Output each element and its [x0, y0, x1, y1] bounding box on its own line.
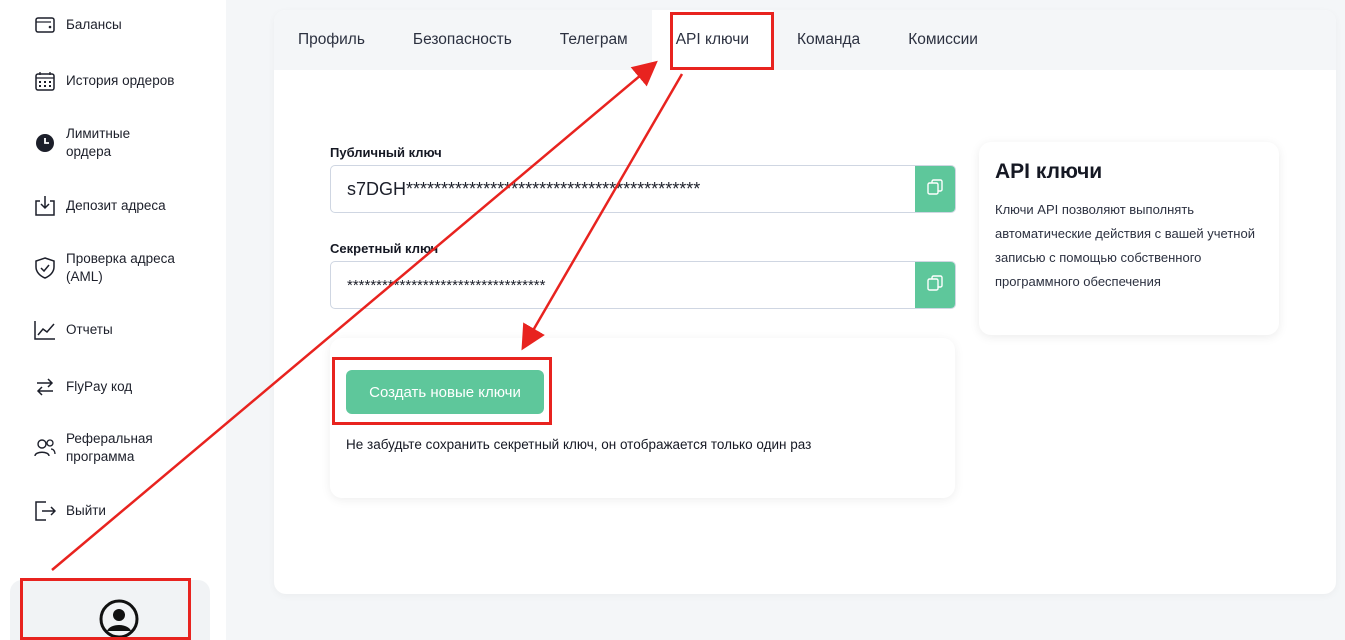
tab-telegram[interactable]: Телеграм	[536, 10, 652, 70]
public-key-field[interactable]: s7DGH***********************************…	[330, 165, 956, 213]
sidebar-item-label: История ордеров	[66, 73, 175, 88]
swap-arrows-icon	[34, 376, 56, 398]
tab-api-keys[interactable]: API ключи	[651, 10, 774, 70]
download-tray-icon	[34, 195, 56, 217]
sidebar-item-referral[interactable]: Реферальная программа	[34, 430, 176, 466]
clock-icon	[34, 132, 56, 154]
sidebar-item-label: Реферальная программа	[66, 431, 153, 464]
sidebar-item-label: Лимитные ордера	[66, 126, 131, 159]
tab-profile[interactable]: Профиль	[274, 10, 389, 70]
sidebar-item-label: FlyPay код	[66, 379, 133, 394]
copy-icon	[927, 178, 943, 200]
public-key-label: Публичный ключ	[330, 145, 442, 160]
sidebar-item-order-history[interactable]: История ордеров	[34, 70, 174, 92]
settings-tabs: Профиль Безопасность Телеграм API ключи …	[274, 10, 1336, 70]
create-keys-note: Не забудьте сохранить секретный ключ, он…	[346, 437, 812, 452]
sidebar-item-reports[interactable]: Отчеты	[34, 319, 113, 341]
secret-key-field[interactable]: **********************************	[330, 261, 956, 309]
create-keys-panel: Создать новые ключи Не забудьте сохранит…	[330, 338, 955, 498]
tab-security[interactable]: Безопасность	[389, 10, 536, 70]
profile-block[interactable]	[10, 580, 210, 640]
wallet-icon	[34, 14, 56, 36]
sidebar-item-label: Отчеты	[66, 322, 113, 337]
public-key-value[interactable]: s7DGH***********************************…	[331, 179, 915, 200]
sidebar-item-label: Проверка адреса (AML)	[66, 251, 175, 284]
sidebar-item-flypay-code[interactable]: FlyPay код	[34, 376, 132, 398]
tab-team[interactable]: Команда	[773, 10, 884, 70]
copy-icon	[927, 274, 943, 296]
api-info-card: API ключи Ключи API позволяют выполнять …	[979, 142, 1279, 335]
shield-check-icon	[34, 257, 56, 279]
sidebar-item-balances[interactable]: Балансы	[34, 14, 122, 36]
sidebar-item-aml-check[interactable]: Проверка адреса (AML)	[34, 250, 176, 286]
copy-public-key-button[interactable]	[915, 166, 955, 212]
sidebar: Балансы История ордеров Лимитные ордера …	[0, 0, 226, 640]
sidebar-item-label: Балансы	[66, 17, 122, 32]
sidebar-item-logout[interactable]: Выйти	[34, 500, 106, 522]
sidebar-item-label: Выйти	[66, 503, 106, 518]
sidebar-item-limit-orders[interactable]: Лимитные ордера	[34, 125, 176, 161]
secret-key-label: Секретный ключ	[330, 241, 439, 256]
sidebar-item-deposit-addresses[interactable]: Депозит адреса	[34, 195, 166, 217]
sidebar-item-label: Депозит адреса	[66, 198, 166, 213]
chart-line-icon	[34, 319, 56, 341]
tab-commissions[interactable]: Комиссии	[884, 10, 1002, 70]
api-info-text: Ключи API позволяют выполнять автоматиче…	[995, 202, 1255, 289]
users-icon	[34, 437, 56, 459]
user-circle-icon[interactable]	[98, 598, 140, 640]
secret-key-value[interactable]: **********************************	[331, 277, 915, 294]
calendar-icon	[34, 70, 56, 92]
copy-secret-key-button[interactable]	[915, 262, 955, 308]
create-new-keys-button[interactable]: Создать новые ключи	[346, 370, 544, 414]
api-info-title: API ключи	[995, 160, 1103, 183]
logout-icon	[34, 500, 56, 522]
